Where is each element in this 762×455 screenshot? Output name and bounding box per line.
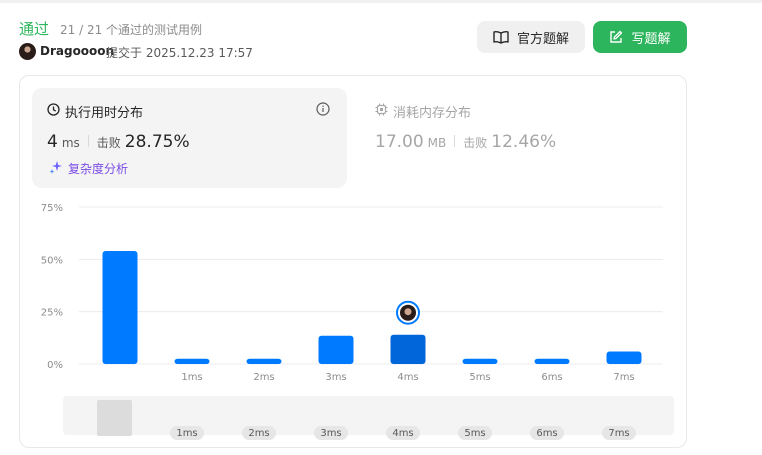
runtime-title-label: 执行用时分布 [65,106,144,121]
x-tick-label: 7ms [613,372,634,383]
runtime-beats-label: 击败 [96,136,121,150]
y-tick-label: 75% [41,203,63,214]
mini-x-label: 3ms [320,428,341,439]
submission-status: 通过 [19,20,50,38]
runtime-metric: 4 ms 击败 28.75% [47,132,190,152]
top-divider [0,0,762,3]
chart-bar[interactable] [390,334,426,364]
memory-value: 17.00 [375,132,424,152]
memory-title-label: 消耗内存分布 [393,106,472,121]
sparkle-icon [49,160,63,177]
mini-x-label: 1ms [176,428,197,439]
book-icon [493,30,509,44]
x-tick-label: 5ms [469,372,490,383]
chart-bar[interactable] [462,358,498,364]
mini-x-label: 5ms [464,428,485,439]
runtime-title: 执行用时分布 [47,102,143,121]
memory-beats-label: 击败 [463,136,488,150]
complexity-analysis-link[interactable]: 复杂度分析 [49,160,128,177]
x-tick-label: 2ms [253,372,274,383]
runtime-beats-percent: 28.75% [124,132,190,152]
runtime-unit: ms [61,136,80,150]
avatar-face [404,308,412,316]
runtime-value: 4 [47,132,58,152]
write-solution-button[interactable]: 写题解 [593,21,687,53]
complexity-label: 复杂度分析 [68,162,129,176]
range-navigator-track[interactable]: 1ms 2ms 3ms 4ms 5ms 6ms 7ms [0,396,762,441]
chart-bar[interactable] [606,351,642,364]
username-link[interactable]: Dragoooon [40,44,114,58]
chart-bar[interactable] [318,335,354,364]
chip-icon [375,103,388,120]
testcase-summary: 21 / 21 个通过的测试用例 [60,23,203,37]
y-tick-label: 0% [47,360,63,371]
memory-beats-percent: 12.46% [491,132,557,152]
mini-x-label: 6ms [536,428,557,439]
runtime-distribution-chart: 75% 50% 25% 0% 1ms 2ms 3ms 4ms 5ms 6ms 7ms [41,203,663,383]
memory-metric: 17.00 MB 击败 12.46% [375,132,556,152]
metric-divider [87,135,89,147]
chart-bar[interactable] [246,358,282,364]
y-tick-label: 50% [41,255,63,266]
chart-bar[interactable] [102,250,138,364]
official-solution-button[interactable]: 官方题解 [477,21,585,53]
x-tick-label: 6ms [541,372,562,383]
range-handle[interactable] [97,400,132,436]
official-solution-label: 官方题解 [516,31,569,47]
metric-divider [454,135,456,147]
clock-icon [47,103,60,120]
chart-bar[interactable] [174,358,210,364]
avatar[interactable] [19,43,36,60]
x-tick-label: 3ms [325,372,346,383]
chart-bar[interactable] [534,358,570,364]
memory-unit: MB [427,136,447,150]
edit-icon [609,30,623,44]
x-tick-label: 4ms [397,372,418,383]
x-tick-label: 1ms [181,372,202,383]
submitted-time: 提交于 2025.12.23 17:57 [106,46,253,60]
y-tick-label: 25% [41,308,63,319]
info-icon[interactable] [316,101,330,116]
memory-tab[interactable]: 消耗内存分布 [375,102,471,121]
mini-x-label: 4ms [392,428,413,439]
write-solution-label: 写题解 [631,31,671,47]
mini-x-label: 2ms [248,428,269,439]
mini-x-label: 7ms [608,428,629,439]
